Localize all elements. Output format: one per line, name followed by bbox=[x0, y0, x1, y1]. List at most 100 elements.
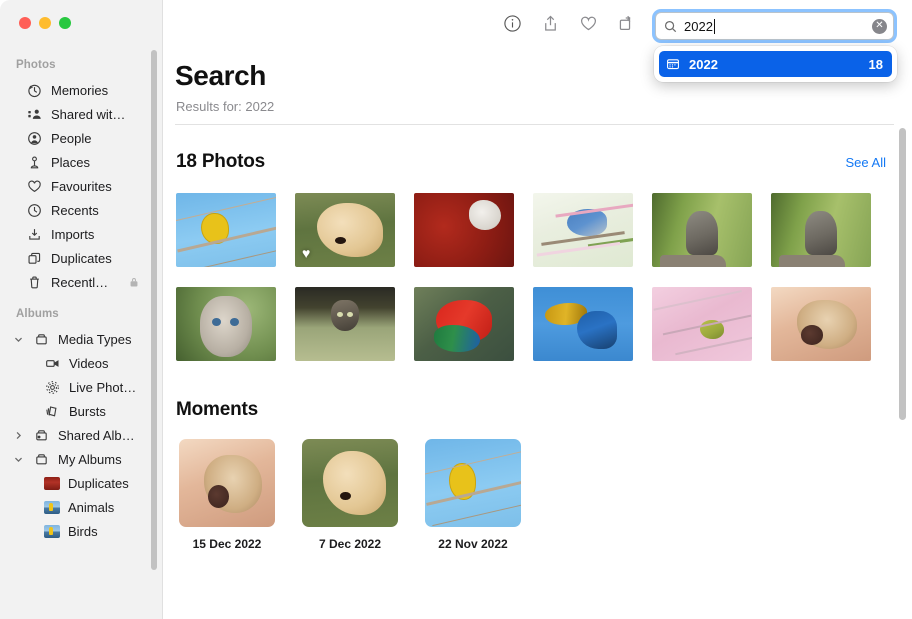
sidebar-item-label: Birds bbox=[68, 523, 98, 539]
sidebar-section-header-photos: Photos bbox=[16, 59, 56, 71]
live-photo-icon bbox=[44, 379, 61, 396]
sidebar-item-label: People bbox=[51, 130, 92, 146]
search-area: 2022 ✕ 2022 18 bbox=[654, 12, 897, 82]
clear-glyph: ✕ bbox=[875, 20, 884, 31]
sidebar-item-favourites[interactable]: Favourites bbox=[0, 174, 162, 198]
zoom-button[interactable] bbox=[59, 17, 71, 29]
photo-image-scarlet-macaw bbox=[414, 287, 514, 361]
photo-image-golden-puppy bbox=[302, 439, 398, 527]
search-text: 2022 bbox=[684, 18, 713, 34]
clear-search-button[interactable]: ✕ bbox=[872, 18, 887, 34]
suggestion-label: 2022 bbox=[689, 56, 718, 72]
people-icon bbox=[26, 130, 43, 147]
minimize-button[interactable] bbox=[39, 17, 51, 29]
sidebar-section-header-albums: Albums bbox=[16, 308, 59, 320]
sidebar-item-label: Duplicates bbox=[51, 250, 112, 266]
favourite-badge: ♥ bbox=[302, 245, 311, 261]
photo-thumbnail[interactable] bbox=[176, 193, 276, 267]
moments-grid: 15 Dec 2022 7 Dec 2022 22 Nov 2022 bbox=[169, 421, 894, 551]
photo-thumbnail[interactable]: ♥ bbox=[295, 193, 395, 267]
photos-grid: ♥ bbox=[169, 173, 894, 361]
heart-icon bbox=[579, 14, 598, 38]
search-suggestion-2022[interactable]: 2022 18 bbox=[659, 51, 892, 77]
rotate-button[interactable] bbox=[607, 11, 645, 41]
sidebar-scroll-area: Photos Memories Shared wit… People Place… bbox=[0, 42, 162, 543]
favourite-button[interactable] bbox=[569, 11, 607, 41]
video-icon bbox=[44, 355, 61, 372]
album-thumbnail-duplicates bbox=[44, 476, 60, 490]
search-input[interactable]: 2022 ✕ bbox=[655, 12, 894, 40]
photo-thumbnail[interactable] bbox=[533, 287, 633, 361]
sidebar-item-my-albums[interactable]: My Albums bbox=[0, 447, 162, 471]
photos-window: Photos Memories Shared wit… People Place… bbox=[0, 0, 912, 619]
photo-image-tabby-in-grass bbox=[295, 287, 395, 361]
sidebar-item-videos[interactable]: Videos bbox=[0, 351, 162, 375]
moment-date: 7 Dec 2022 bbox=[318, 537, 382, 551]
chevron-down-icon[interactable] bbox=[12, 335, 25, 344]
moment-item[interactable]: 7 Dec 2022 bbox=[302, 439, 398, 551]
places-pin-icon bbox=[26, 154, 43, 171]
photo-image-flying-macaw bbox=[533, 287, 633, 361]
sidebar-item-recents[interactable]: Recents bbox=[0, 198, 162, 222]
photo-thumbnail[interactable] bbox=[295, 287, 395, 361]
photo-thumbnail[interactable] bbox=[176, 287, 276, 361]
chevron-right-icon[interactable] bbox=[12, 431, 25, 440]
moment-item[interactable]: 22 Nov 2022 bbox=[425, 439, 521, 551]
sidebar-item-bursts[interactable]: Bursts bbox=[0, 399, 162, 423]
sidebar-item-media-types[interactable]: Media Types bbox=[0, 327, 162, 351]
sidebar-item-shared-albums[interactable]: Shared Alb… bbox=[0, 423, 162, 447]
photo-thumbnail[interactable] bbox=[652, 287, 752, 361]
moment-thumbnail[interactable] bbox=[425, 439, 521, 527]
album-box-icon bbox=[33, 451, 50, 468]
shared-with-you-icon bbox=[26, 106, 43, 123]
text-caret bbox=[713, 18, 715, 34]
photo-image-french-bulldog bbox=[771, 287, 871, 361]
suggestion-count: 18 bbox=[868, 56, 883, 72]
sidebar-item-places[interactable]: Places bbox=[0, 150, 162, 174]
content-scrollbar[interactable] bbox=[899, 128, 906, 420]
photo-thumbnail[interactable] bbox=[771, 193, 871, 267]
info-button[interactable] bbox=[493, 11, 531, 41]
sidebar-item-album-duplicates[interactable]: Duplicates bbox=[0, 471, 162, 495]
shared-album-icon bbox=[33, 427, 50, 444]
duplicates-icon bbox=[26, 250, 43, 267]
photo-thumbnail[interactable] bbox=[533, 193, 633, 267]
photo-thumbnail[interactable] bbox=[414, 287, 514, 361]
sidebar-item-album-birds[interactable]: Birds bbox=[0, 519, 162, 543]
scroll-content: Search Results for: 2022 18 Photos See A… bbox=[163, 52, 912, 551]
sidebar-item-shared-with-you[interactable]: Shared wit… bbox=[0, 102, 162, 126]
sidebar-item-imports[interactable]: Imports bbox=[0, 222, 162, 246]
sidebar-item-label: Media Types bbox=[58, 331, 132, 347]
chevron-down-icon[interactable] bbox=[12, 455, 25, 464]
photo-image-french-bulldog bbox=[179, 439, 275, 527]
close-button[interactable] bbox=[19, 17, 31, 29]
heart-icon bbox=[26, 178, 43, 195]
sidebar-item-duplicates[interactable]: Duplicates bbox=[0, 246, 162, 270]
photo-image-white-dog-red-foliage bbox=[414, 193, 514, 267]
photo-image-warbler-blossom bbox=[652, 287, 752, 361]
album-box-icon bbox=[33, 331, 50, 348]
moment-thumbnail[interactable] bbox=[302, 439, 398, 527]
rotate-icon bbox=[617, 14, 636, 38]
photo-thumbnail[interactable] bbox=[771, 287, 871, 361]
photos-count-heading: 18 Photos bbox=[176, 151, 265, 172]
info-circle-icon bbox=[503, 14, 522, 38]
moment-thumbnail[interactable] bbox=[179, 439, 275, 527]
see-all-link[interactable]: See All bbox=[846, 155, 894, 170]
photo-thumbnail[interactable] bbox=[652, 193, 752, 267]
sidebar-item-people[interactable]: People bbox=[0, 126, 162, 150]
moment-item[interactable]: 15 Dec 2022 bbox=[179, 439, 275, 551]
search-icon bbox=[664, 20, 678, 33]
sidebar-item-label: Bursts bbox=[69, 403, 106, 419]
calendar-icon bbox=[666, 57, 681, 71]
photo-thumbnail[interactable] bbox=[414, 193, 514, 267]
sidebar-item-recently-deleted[interactable]: Recentl… bbox=[0, 270, 162, 294]
share-button[interactable] bbox=[531, 11, 569, 41]
sidebar-item-label: Recents bbox=[51, 202, 99, 218]
sidebar-item-memories[interactable]: Memories bbox=[0, 78, 162, 102]
sidebar-item-label: Shared Alb… bbox=[58, 427, 135, 443]
trash-icon bbox=[26, 274, 43, 291]
sidebar-scrollbar[interactable] bbox=[151, 50, 157, 570]
sidebar-item-live-photos[interactable]: Live Phot… bbox=[0, 375, 162, 399]
sidebar-item-album-animals[interactable]: Animals bbox=[0, 495, 162, 519]
